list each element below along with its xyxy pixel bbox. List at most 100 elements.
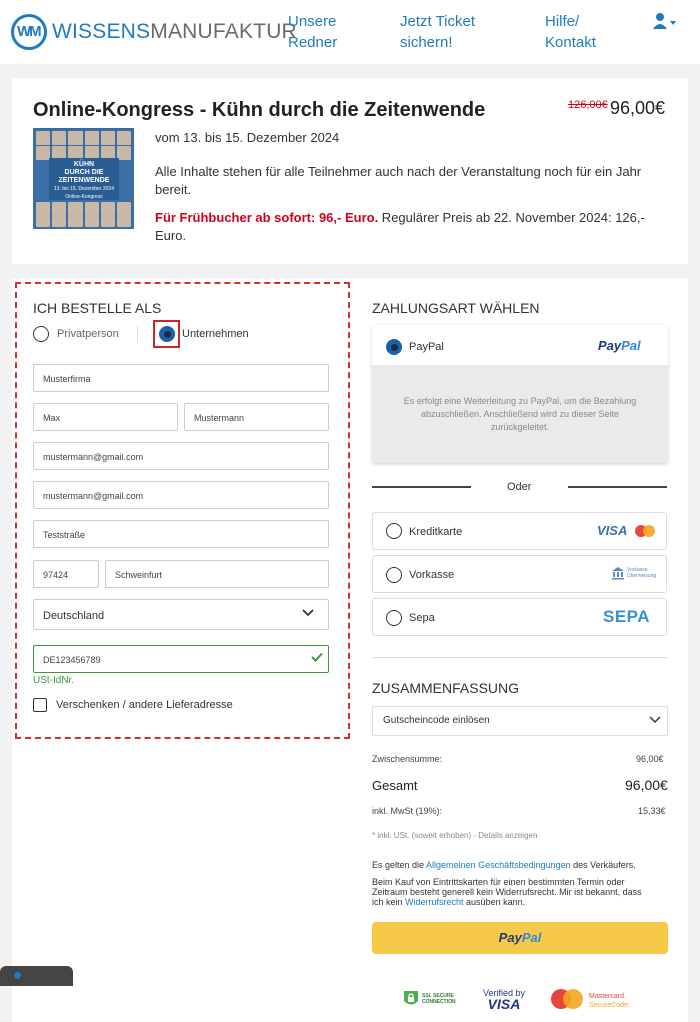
first-name-field[interactable]: Max — [33, 403, 178, 431]
subtotal-value: 96,00€ — [636, 754, 664, 764]
nav-label: Kontakt — [545, 34, 596, 51]
gift-label: Verschenken / andere Lieferadresse — [56, 699, 233, 711]
verified-by-visa-badge: Verified by VISA — [483, 988, 526, 1012]
paypal-info: Es erfolgt eine Weiterleitung zu PayPal,… — [403, 396, 637, 432]
chevron-down-icon — [302, 609, 314, 617]
radio-private[interactable] — [33, 326, 49, 342]
terms-link[interactable]: Allgemeinen Geschäftsbedingungen — [426, 860, 571, 870]
old-price: 126,00€ — [568, 99, 608, 111]
cancellation-line: Beim Kauf von Eintrittskarten für einen … — [372, 877, 625, 887]
logo-bold: WISSENS — [52, 20, 151, 43]
radio-company[interactable] — [159, 326, 175, 342]
ssl-lock-icon — [404, 991, 418, 1005]
country-value: Deutschland — [43, 610, 105, 622]
paypal-logo-a: Pay — [598, 338, 622, 353]
paypal-label: PayPal — [409, 341, 444, 353]
tax-details-link[interactable]: Details anzeigen — [478, 831, 537, 840]
mastercard-securecode-badge: Mastercard. SecureCode. — [589, 993, 630, 1009]
regular-price-text: Regulärer Preis ab 22. November 2024: 12… — [378, 210, 645, 225]
paypal-button-b: Pal — [521, 930, 542, 945]
total-label: Gesamt — [372, 778, 418, 793]
prepayment-logo: Vorkasse Überweisung — [627, 567, 657, 579]
nav-help[interactable]: Hilfe/Kontakt — [545, 11, 596, 53]
tax-note: * inkl. USt. (soweit erhoben) - Details … — [372, 831, 537, 840]
check-icon — [311, 652, 323, 662]
total-value: 96,00€ — [625, 777, 668, 793]
logo-wordmark[interactable]: WISSENSMANUFAKTUR — [52, 20, 297, 44]
nav-ticket[interactable]: Jetzt Ticket sichern! — [400, 11, 475, 53]
user-icon[interactable] — [652, 12, 678, 32]
terms-note: Es gelten die Allgemeinen Geschäftsbedin… — [372, 860, 636, 870]
radio-prepayment[interactable] — [386, 567, 402, 583]
withdrawal-link[interactable]: Widerrufsrecht — [405, 897, 464, 907]
or-label: Oder — [507, 481, 532, 493]
logo-mark[interactable]: WM — [11, 14, 47, 50]
chevron-down-icon — [649, 716, 661, 724]
vat-label: inkl. MwSt (19%): — [372, 806, 443, 816]
cancellation-line: ich kein Widerrufsrecht ausüben kann. — [372, 897, 526, 907]
logo-mark-text: WM — [17, 23, 42, 40]
last-name-field[interactable]: Mustermann — [184, 403, 329, 431]
or-divider-right — [568, 486, 667, 488]
chat-widget-tab[interactable] — [0, 966, 73, 986]
gift-checkbox[interactable] — [33, 698, 47, 712]
early-bird-highlight: Für Frühbucher ab sofort: 96,- Euro. — [155, 210, 379, 225]
chevron-down-icon — [670, 21, 676, 25]
mastercard-icon — [635, 525, 655, 537]
bank-icon — [612, 567, 624, 580]
sepa-logo: SEPA — [603, 607, 651, 626]
radio-paypal[interactable] — [386, 339, 402, 355]
email-field[interactable]: mustermann@gmail.com — [33, 442, 329, 470]
paypal-logo-b: Pal — [621, 338, 641, 353]
or-divider-left — [372, 486, 471, 488]
country-select[interactable]: Deutschland — [33, 599, 329, 630]
paypal-logo: PayPal — [598, 338, 641, 353]
summary-separator — [372, 657, 668, 658]
nav-label: Redner — [288, 34, 338, 51]
cover-title: KÜHN DURCH DIE ZEITENWENDE 13. bis 15. D… — [49, 158, 119, 200]
prepayment-label: Vorkasse — [409, 569, 455, 581]
radio-company-label: Unternehmen — [182, 328, 249, 340]
nav-label: Hilfe/ — [545, 13, 580, 30]
subtotal-label: Zwischensumme: — [372, 754, 443, 764]
terms-text: Es gelten die — [372, 860, 427, 870]
creditcard-label: Kreditkarte — [409, 526, 463, 538]
tax-note-text: * inkl. USt. (soweit erhoben) - — [372, 831, 479, 840]
city-field[interactable]: Schweinfurt — [105, 560, 329, 588]
early-bird-line: Für Frühbucher ab sofort: 96,- Euro. Reg… — [155, 209, 675, 227]
paypal-button-a: Pay — [498, 930, 522, 945]
product-title: Online-Kongress - Kühn durch die Zeitenw… — [33, 99, 486, 121]
price: 96,00€ — [610, 98, 666, 118]
terms-text: des Verkäufers. — [570, 860, 636, 870]
vat-id-label: USt-IdNr. — [33, 675, 75, 686]
radio-separator — [137, 326, 138, 342]
cancellation-line: Zeitraum besteht generell kein Widerrufs… — [372, 887, 642, 897]
info-line-1: Alle Inhalte stehen für alle Teilnehmer … — [155, 164, 642, 179]
mastercard-icon — [551, 989, 583, 1009]
nav-label: Jetzt Ticket — [400, 13, 476, 30]
cancellation-note: Beim Kauf von Eintrittskarten für einen … — [372, 877, 642, 907]
summary-heading: ZUSAMMENFASSUNG — [372, 680, 520, 696]
vat-value: 15,33€ — [638, 806, 666, 816]
event-date: vom 13. bis 15. Dezember 2024 — [155, 130, 340, 145]
voucher-label: Gutscheincode einlösen — [383, 715, 490, 726]
site-header: WM WISSENSMANUFAKTUR Unsere Redner Jetzt … — [0, 0, 700, 64]
nav-speakers[interactable]: Unsere Redner — [288, 11, 337, 53]
order-heading: ICH BESTELLE ALS — [33, 300, 162, 316]
nav-label: sichern! — [400, 34, 453, 51]
nav-label: Unsere — [288, 13, 337, 30]
email-confirm-field[interactable]: mustermann@gmail.com — [33, 481, 329, 509]
radio-sepa[interactable] — [386, 610, 402, 626]
company-field[interactable]: Musterfirma — [33, 364, 329, 392]
radio-creditcard[interactable] — [386, 523, 402, 539]
zip-field[interactable]: 97424 — [33, 560, 99, 588]
product-cover-image: KÜHN DURCH DIE ZEITENWENDE 13. bis 15. D… — [33, 128, 134, 229]
street-field[interactable]: Teststraße — [33, 520, 329, 548]
sepa-label: Sepa — [409, 612, 435, 624]
ssl-badge: SSL SECURE CONNECTION — [422, 993, 456, 1005]
chat-icon — [14, 972, 21, 979]
info-line-2: bereit. — [155, 182, 192, 197]
vat-id-field[interactable]: DE123456789 — [33, 645, 329, 673]
paypal-checkout-button[interactable]: PayPal — [372, 922, 668, 954]
payment-heading: ZAHLUNGSART WÄHLEN — [372, 300, 540, 316]
